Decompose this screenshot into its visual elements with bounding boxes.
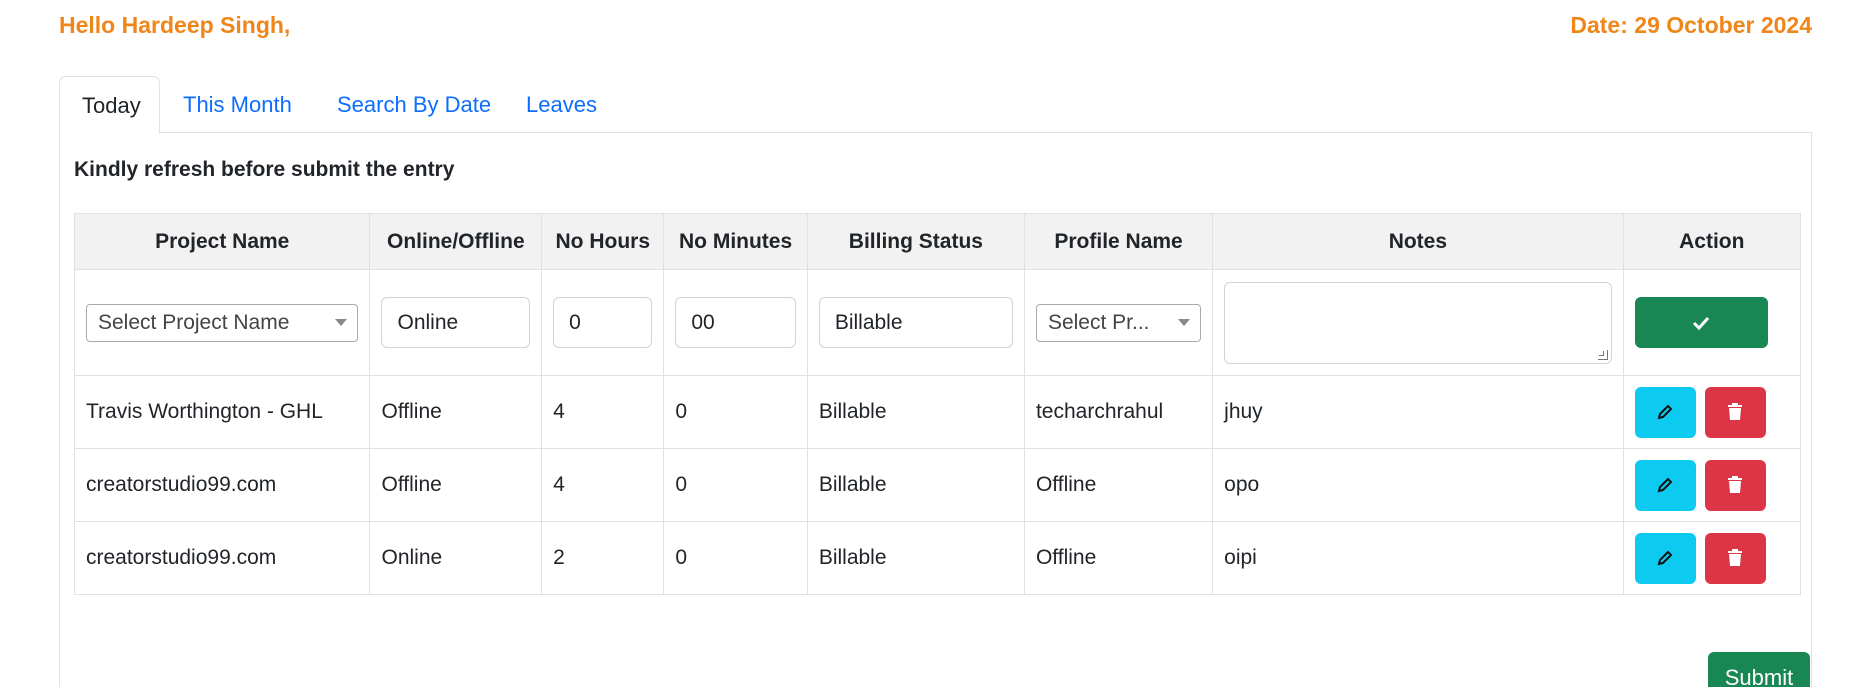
time-entry-table: Project Name Online/Offline No Hours No … [73, 213, 1802, 595]
delete-button[interactable] [1704, 459, 1766, 511]
submit-button[interactable]: Submit [1708, 652, 1810, 687]
cell-profile: techarchrahul [1023, 375, 1214, 449]
row-actions [1634, 532, 1789, 584]
delete-button[interactable] [1704, 386, 1766, 438]
cell-minutes: 0 [663, 375, 808, 449]
tab-this-month[interactable]: This Month [183, 76, 292, 134]
row-actions [1634, 386, 1789, 438]
cell-project: Travis Worthington - GHL [73, 375, 371, 449]
project-select[interactable]: Select Project Name [86, 303, 359, 342]
tab-panel: Kindly refresh before submit the entry P… [59, 133, 1812, 687]
trash-icon [1728, 403, 1743, 420]
edit-button[interactable] [1634, 532, 1696, 584]
cell-project: creatorstudio99.com [73, 448, 371, 522]
cell-mode: Online [369, 521, 543, 595]
cell-notes: oipi [1212, 521, 1624, 595]
tab-search-by-date[interactable]: Search By Date [337, 76, 491, 134]
minutes-field[interactable]: 00 [675, 297, 796, 348]
resize-handle-icon[interactable] [1597, 349, 1608, 360]
table-row: Travis Worthington - GHL Offline 4 0 Bil… [73, 375, 1802, 449]
profile-select-placeholder: Select Pr... [1047, 310, 1150, 334]
greeting: Hello Hardeep Singh, [59, 12, 291, 38]
cell-mode: Offline [369, 448, 543, 522]
delete-button[interactable] [1704, 532, 1766, 584]
billing-field[interactable]: Billable [818, 297, 1013, 348]
col-no-minutes: No Minutes [663, 213, 808, 270]
pencil-icon [1657, 477, 1673, 493]
confirm-entry-button[interactable] [1634, 297, 1768, 348]
profile-select[interactable]: Select Pr... [1035, 303, 1202, 342]
trash-icon [1728, 476, 1743, 493]
chevron-down-icon [335, 319, 348, 326]
tab-today[interactable]: Today [59, 76, 160, 134]
col-billing-status: Billing Status [806, 213, 1025, 270]
cell-minutes: 0 [663, 521, 808, 595]
tab-leaves[interactable]: Leaves [526, 76, 597, 134]
new-entry-row: Select Project Name Online 0 00 Billable… [73, 269, 1802, 376]
mode-field[interactable]: Online [381, 297, 531, 348]
cell-billing: Billable [806, 521, 1025, 595]
trash-icon [1728, 549, 1743, 566]
table-row: creatorstudio99.com Offline 4 0 Billable… [73, 448, 1802, 522]
current-date: Date: 29 October 2024 [1570, 12, 1812, 38]
refresh-notice: Kindly refresh before submit the entry [74, 158, 455, 181]
row-actions [1634, 459, 1789, 511]
cell-hours: 4 [541, 375, 665, 449]
cell-billing: Billable [806, 448, 1025, 522]
col-online-offline: Online/Offline [369, 213, 543, 270]
col-project-name: Project Name [73, 213, 371, 270]
col-action: Action [1622, 213, 1802, 270]
check-icon [1693, 316, 1710, 330]
edit-button[interactable] [1634, 386, 1696, 438]
col-no-hours: No Hours [541, 213, 665, 270]
pencil-icon [1657, 550, 1673, 566]
cell-profile: Offline [1023, 448, 1214, 522]
table-row: creatorstudio99.com Online 2 0 Billable … [73, 521, 1802, 595]
hours-field[interactable]: 0 [553, 297, 653, 348]
notes-textarea[interactable] [1224, 281, 1612, 364]
pencil-icon [1657, 404, 1673, 420]
chevron-down-icon [1178, 319, 1191, 326]
cell-minutes: 0 [663, 448, 808, 522]
table-header-row: Project Name Online/Offline No Hours No … [73, 213, 1802, 270]
edit-button[interactable] [1634, 459, 1696, 511]
cell-hours: 4 [541, 448, 665, 522]
tab-bar: Today This Month Search By Date Leaves [59, 76, 1812, 134]
cell-project: creatorstudio99.com [73, 521, 371, 595]
col-profile-name: Profile Name [1023, 213, 1214, 270]
cell-notes: opo [1212, 448, 1624, 522]
cell-notes: jhuy [1212, 375, 1624, 449]
cell-billing: Billable [806, 375, 1025, 449]
col-notes: Notes [1212, 213, 1624, 270]
cell-profile: Offline [1023, 521, 1214, 595]
cell-mode: Offline [369, 375, 543, 449]
cell-hours: 2 [541, 521, 665, 595]
project-select-placeholder: Select Project Name [98, 310, 290, 334]
